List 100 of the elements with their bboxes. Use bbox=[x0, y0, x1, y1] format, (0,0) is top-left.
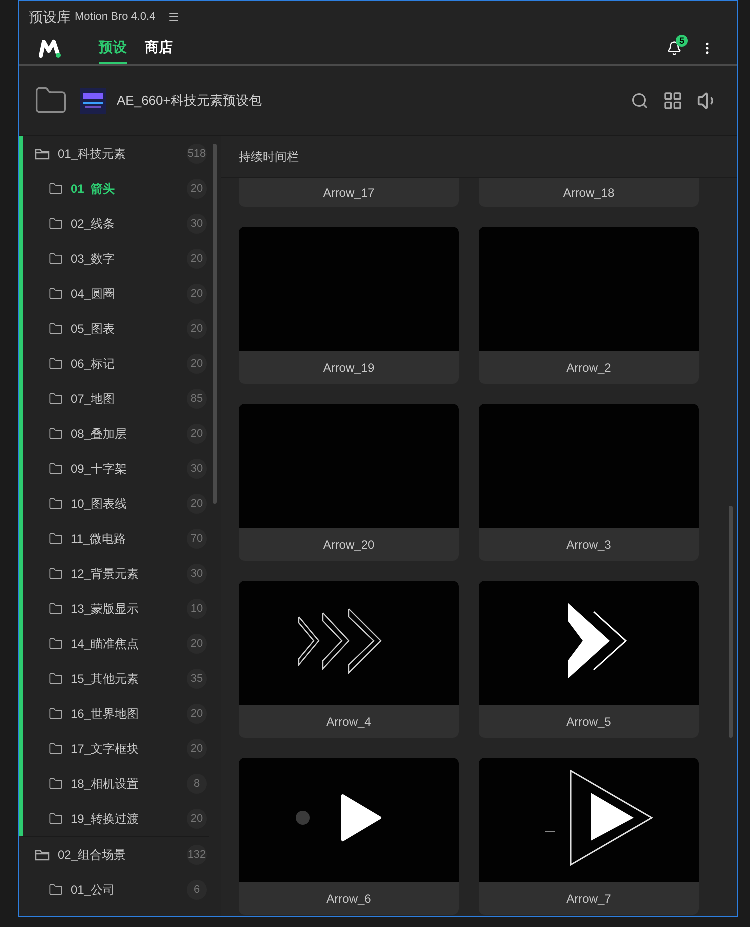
preset-card[interactable]: Arrow_18 bbox=[479, 178, 699, 207]
card-label: Arrow_19 bbox=[323, 360, 375, 376]
folder-icon bbox=[49, 496, 63, 510]
preset-card[interactable]: Arrow_2 bbox=[479, 227, 699, 384]
folder-icon bbox=[49, 602, 63, 616]
count-badge: 132 bbox=[187, 844, 207, 864]
window-title: 预设库 bbox=[29, 8, 71, 26]
sidebar-item[interactable]: 18_相机设置 8 bbox=[23, 766, 209, 801]
item-label: 19_转换过渡 bbox=[71, 810, 140, 828]
sidebar-item[interactable]: 16_世界地图 20 bbox=[23, 696, 209, 731]
preset-card[interactable]: Arrow_6 bbox=[239, 758, 459, 915]
sidebar-item[interactable]: 06_标记 20 bbox=[23, 346, 209, 381]
count-badge: 30 bbox=[187, 564, 207, 584]
sidebar-item[interactable]: 04_圆圈 20 bbox=[23, 276, 209, 311]
sidebar-item[interactable]: 12_背景元素 30 bbox=[23, 556, 209, 591]
search-icon[interactable] bbox=[631, 92, 649, 110]
item-label: 16_世界地图 bbox=[71, 706, 140, 722]
preset-card[interactable]: Arrow_7 bbox=[479, 758, 699, 915]
folder-icon bbox=[49, 356, 63, 370]
item-label: 02_线条 bbox=[71, 216, 116, 232]
count-badge: 35 bbox=[187, 668, 207, 688]
item-label: 10_图表线 bbox=[71, 496, 128, 512]
count-badge: 20 bbox=[187, 808, 207, 828]
card-label: Arrow_3 bbox=[566, 536, 612, 554]
item-label: 08_叠加层 bbox=[71, 426, 128, 442]
sidebar-item[interactable]: 11_微电路 70 bbox=[23, 521, 209, 556]
count-badge: 30 bbox=[187, 458, 207, 478]
card-label: Arrow_20 bbox=[323, 536, 375, 554]
item-label: 04_圆圈 bbox=[71, 286, 116, 302]
sidebar-item[interactable]: 10_图表线 20 bbox=[23, 486, 209, 521]
count-badge: 20 bbox=[187, 284, 207, 304]
app-version: Motion Bro 4.0.4 bbox=[75, 10, 156, 25]
count-badge: 85 bbox=[187, 388, 207, 408]
sidebar-item[interactable]: 02_线条 30 bbox=[23, 206, 209, 241]
folder-icon bbox=[49, 462, 63, 476]
folder-icon bbox=[35, 848, 50, 860]
item-label: 13_蒙版显示 bbox=[71, 600, 140, 618]
group-label: 01_科技元素 bbox=[58, 146, 126, 162]
count-badge: 20 bbox=[187, 178, 207, 198]
scrollbar-thumb[interactable] bbox=[729, 506, 733, 738]
count-badge: 10 bbox=[187, 598, 207, 618]
sidebar-item[interactable]: 05_图表 20 bbox=[23, 311, 209, 346]
folder-icon bbox=[49, 286, 63, 300]
count-badge: 20 bbox=[187, 424, 207, 444]
preset-card[interactable]: Arrow_4 bbox=[239, 581, 459, 738]
item-label: 01_箭头 bbox=[71, 180, 116, 198]
sidebar-item[interactable]: 08_叠加层 20 bbox=[23, 416, 209, 451]
folder-icon bbox=[49, 392, 63, 406]
grid-view-icon[interactable] bbox=[663, 90, 683, 110]
sidebar-item[interactable]: 13_蒙版显示 10 bbox=[23, 591, 209, 626]
item-label: 14_瞄准焦点 bbox=[71, 636, 140, 652]
group-label: 02_组合场景 bbox=[58, 846, 126, 864]
scrollbar-thumb[interactable] bbox=[213, 144, 217, 504]
folder-icon bbox=[49, 672, 63, 686]
sidebar-item[interactable]: 17_文字框块 20 bbox=[23, 731, 209, 766]
item-label: 18_相机设置 bbox=[71, 776, 140, 792]
sidebar-group[interactable]: 01_科技元素 518 bbox=[23, 136, 209, 171]
folder-icon bbox=[49, 216, 63, 230]
sidebar-item[interactable]: 19_转换过渡 20 bbox=[23, 801, 209, 836]
card-label: Arrow_2 bbox=[566, 360, 612, 376]
count-badge: 518 bbox=[187, 144, 207, 164]
sidebar-item[interactable]: 07_地图 85 bbox=[23, 381, 209, 416]
card-label: Arrow_18 bbox=[563, 184, 615, 202]
folder-icon bbox=[49, 322, 63, 336]
notification-badge: 5 bbox=[676, 35, 688, 47]
sidebar-item[interactable]: 03_数字 20 bbox=[23, 241, 209, 276]
folder-icon bbox=[49, 636, 63, 650]
count-badge: 8 bbox=[187, 774, 207, 794]
item-label: 12_背景元素 bbox=[71, 566, 140, 582]
sidebar-item[interactable]: 09_十字架 30 bbox=[23, 451, 209, 486]
preset-card[interactable]: Arrow_3 bbox=[479, 404, 699, 561]
preset-card[interactable]: Arrow_17 bbox=[239, 178, 459, 207]
logo-icon[interactable] bbox=[39, 38, 63, 58]
pack-name: AE_660+科技元素预设包 bbox=[117, 92, 262, 110]
preset-card[interactable]: Arrow_19 bbox=[239, 227, 459, 384]
count-badge: 20 bbox=[187, 354, 207, 374]
sidebar-item[interactable]: 01_箭头 20 bbox=[23, 171, 209, 206]
preset-card[interactable]: Arrow_5 bbox=[479, 581, 699, 738]
card-label: Arrow_6 bbox=[326, 890, 372, 908]
nav-tab[interactable]: 预设 bbox=[99, 33, 127, 64]
preset-card[interactable]: Arrow_20 bbox=[239, 404, 459, 561]
card-label: Arrow_7 bbox=[566, 890, 612, 908]
folder-icon bbox=[49, 706, 63, 720]
folder-icon bbox=[49, 742, 63, 756]
menu-icon[interactable] bbox=[168, 11, 180, 23]
nav-tab[interactable]: 商店 bbox=[145, 33, 173, 64]
count-badge: 20 bbox=[187, 738, 207, 758]
sidebar-group[interactable]: 02_组合场景 132 bbox=[23, 837, 209, 872]
item-label: 01_公司 bbox=[71, 882, 116, 898]
item-label: 17_文字框块 bbox=[71, 740, 140, 758]
sidebar-item[interactable]: 14_瞄准焦点 20 bbox=[23, 626, 209, 661]
item-label: 11_微电路 bbox=[71, 530, 126, 548]
section-title: 持续时间栏 bbox=[239, 148, 299, 166]
count-badge: 20 bbox=[187, 318, 207, 338]
folder-icon bbox=[49, 252, 63, 266]
sidebar-item[interactable]: 01_公司 6 bbox=[23, 872, 209, 907]
folder-icon bbox=[49, 812, 63, 826]
folder-icon bbox=[49, 882, 63, 896]
sidebar-item[interactable]: 15_其他元素 35 bbox=[23, 661, 209, 696]
folder-icon bbox=[49, 182, 63, 196]
